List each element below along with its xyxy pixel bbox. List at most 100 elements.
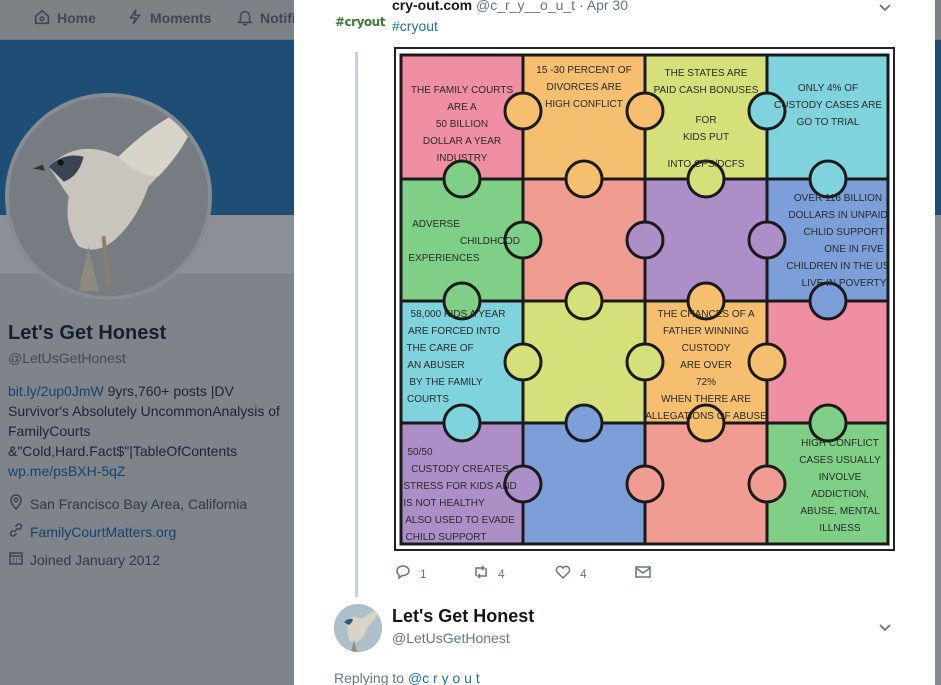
svg-text:STRESS FOR KIDS AND: STRESS FOR KIDS AND [403, 481, 516, 492]
svg-text:HIGH CONFLICT: HIGH CONFLICT [801, 438, 879, 449]
nav-moments[interactable]: Moments [126, 8, 211, 28]
heart-icon [554, 563, 572, 584]
background-right-edge [935, 215, 941, 685]
tweet-author-handle[interactable]: @c_r_y__o_u_t [476, 0, 575, 13]
svg-text:ONLY 4% OF: ONLY 4% OF [798, 83, 858, 94]
chevron-down-icon[interactable] [876, 618, 894, 636]
replying-prefix: Replying to [334, 670, 408, 685]
tweet-hashtag[interactable]: #cryout [392, 18, 438, 34]
svg-text:ABUSE, MENTAL: ABUSE, MENTAL [800, 506, 880, 517]
profile-website: FamilyCourtMatters.org [8, 522, 176, 541]
svg-text:CUSTODY CREATES: CUSTODY CREATES [411, 464, 509, 475]
bell-icon [236, 8, 254, 29]
svg-text:ONE IN FIVE: ONE IN FIVE [824, 244, 884, 255]
svg-text:CASES USUALLY: CASES USUALLY [799, 455, 881, 466]
svg-text:ARE OVER: ARE OVER [680, 360, 732, 371]
svg-text:CUSTODY CASES ARE: CUSTODY CASES ARE [774, 100, 882, 111]
profile-banner-edge [935, 40, 941, 215]
svg-text:DOLLAR A YEAR: DOLLAR A YEAR [423, 136, 501, 147]
calendar-icon [8, 550, 24, 569]
svg-text:THE FAMILY COURTS: THE FAMILY COURTS [411, 85, 514, 96]
location-pin-icon [8, 494, 24, 513]
svg-text:FATHER WINNING: FATHER WINNING [663, 326, 749, 337]
location-text: San Francisco Bay Area, California [30, 495, 248, 512]
svg-text:LIVE IN POVERTY: LIVE IN POVERTY [802, 278, 887, 289]
nav-notifications[interactable]: Notifi [236, 8, 296, 28]
link-icon [8, 522, 24, 541]
svg-text:72%: 72% [696, 377, 716, 388]
svg-text:THE STATES ARE: THE STATES ARE [665, 68, 748, 79]
svg-text:THE CHANCES OF A: THE CHANCES OF A [657, 309, 755, 320]
reply-count: 1 [420, 566, 427, 581]
lightning-icon [126, 8, 144, 29]
thread-connector-line [355, 52, 358, 597]
svg-text:GO TO TRIAL: GO TO TRIAL [797, 117, 860, 128]
svg-text:PAID CASH BONUSES: PAID CASH BONUSES [654, 85, 759, 96]
svg-text:KIDS PUT: KIDS PUT [683, 132, 729, 143]
reply-author-avatar[interactable] [334, 604, 382, 652]
tweet-date[interactable]: · Apr 30 [579, 0, 628, 13]
svg-text:50 BILLION: 50 BILLION [436, 119, 488, 130]
bio-link[interactable]: bit.ly/2up0JmW [8, 383, 104, 399]
svg-text:58,000 KIDS A YEAR: 58,000 KIDS A YEAR [411, 309, 506, 320]
svg-text:INTO CPS/DCFS: INTO CPS/DCFS [667, 159, 744, 170]
tweet-author-name[interactable]: cry-out.com [392, 0, 472, 13]
svg-text:ILLNESS: ILLNESS [819, 523, 860, 534]
svg-text:FOR: FOR [695, 115, 716, 126]
like-button[interactable]: 4 [554, 563, 587, 584]
tweet-modal: #cryout cry-out.com @c_r_y__o_u_t · Apr … [294, 0, 935, 685]
svg-text:THE CARE OF: THE CARE OF [406, 343, 473, 354]
svg-text:ADVERSE: ADVERSE [412, 219, 460, 230]
puzzle-infographic: THE FAMILY COURTS ARE A 50 BILLION DOLLA… [399, 53, 890, 546]
svg-text:CHILDREN IN THE US: CHILDREN IN THE US [786, 261, 889, 272]
retweet-count: 4 [498, 566, 505, 581]
reply-author-handle[interactable]: @LetUsGetHonest [392, 630, 510, 646]
profile-bio: bit.ly/2up0JmW 9yrs,760+ posts |DV Survi… [8, 381, 288, 481]
bio-link-2[interactable]: wp.me/psBXH-5qZ [8, 463, 125, 479]
like-count: 4 [580, 566, 587, 581]
profile-location: San Francisco Bay Area, California [8, 494, 247, 513]
envelope-icon [634, 563, 652, 584]
svg-text:COURTS: COURTS [407, 394, 449, 405]
chevron-down-icon[interactable] [876, 0, 894, 16]
svg-text:EXPERIENCES: EXPERIENCES [408, 253, 479, 264]
svg-text:CUSTODY: CUSTODY [682, 343, 731, 354]
website-link[interactable]: FamilyCourtMatters.org [30, 524, 176, 540]
nav-moments-label: Moments [150, 10, 212, 26]
svg-text:CHILDHOOD: CHILDHOOD [460, 236, 520, 247]
svg-text:CHLID SUPPORT: CHLID SUPPORT [804, 227, 885, 238]
svg-text:HIGH CONFLICT: HIGH CONFLICT [545, 99, 623, 110]
tweet-image[interactable]: THE FAMILY COURTS ARE A 50 BILLION DOLLA… [394, 47, 895, 551]
svg-text:CHILD SUPPORT: CHILD SUPPORT [406, 532, 487, 543]
svg-text:ARE A: ARE A [447, 102, 477, 113]
replying-handle-link[interactable]: @c r y o u t [408, 670, 480, 685]
home-icon [33, 8, 51, 29]
nav-notifications-label: Notifi [260, 10, 296, 26]
svg-text:50/50: 50/50 [407, 447, 432, 458]
svg-text:INDUSTRY: INDUSTRY [437, 153, 488, 164]
svg-text:ARE FORCED INTO: ARE FORCED INTO [408, 326, 500, 337]
profile-handle: @LetUsGetHonest [8, 350, 126, 366]
svg-text:INVOLVE: INVOLVE [819, 472, 862, 483]
svg-text:ALSO USED TO EVADE: ALSO USED TO EVADE [405, 515, 515, 526]
profile-name: Let's Get Honest [8, 322, 167, 344]
svg-text:BY THE FAMILY: BY THE FAMILY [409, 377, 483, 388]
svg-text:ALLEGATIONS OF ABUSE: ALLEGATIONS OF ABUSE [645, 411, 767, 422]
puzzle-text-2: 15 -30 PERCENT OF DIVORCES ARE HIGH CONF… [536, 65, 631, 110]
svg-text:ADDICTION,: ADDICTION, [811, 489, 869, 500]
nav-home-label: Home [57, 10, 96, 26]
svg-text:WHEN THERE ARE: WHEN THERE ARE [661, 394, 751, 405]
svg-text:IS NOT HEALTHY: IS NOT HEALTHY [403, 498, 485, 509]
retweet-button[interactable]: 4 [472, 563, 505, 584]
profile-avatar[interactable] [5, 93, 212, 300]
reply-author-name[interactable]: Let's Get Honest [392, 606, 534, 627]
cryout-avatar-logo[interactable]: #cryout [335, 15, 385, 29]
joined-text: Joined January 2012 [30, 551, 160, 568]
message-button[interactable] [634, 563, 652, 584]
svg-text:AN ABUSER: AN ABUSER [407, 360, 464, 371]
reply-button[interactable]: 1 [394, 563, 427, 584]
reply-icon [394, 563, 412, 584]
nav-home[interactable]: Home [33, 8, 96, 28]
svg-text:DIVORCES ARE: DIVORCES ARE [546, 82, 621, 93]
svg-text:OVER 116 BILLION: OVER 116 BILLION [794, 193, 882, 204]
